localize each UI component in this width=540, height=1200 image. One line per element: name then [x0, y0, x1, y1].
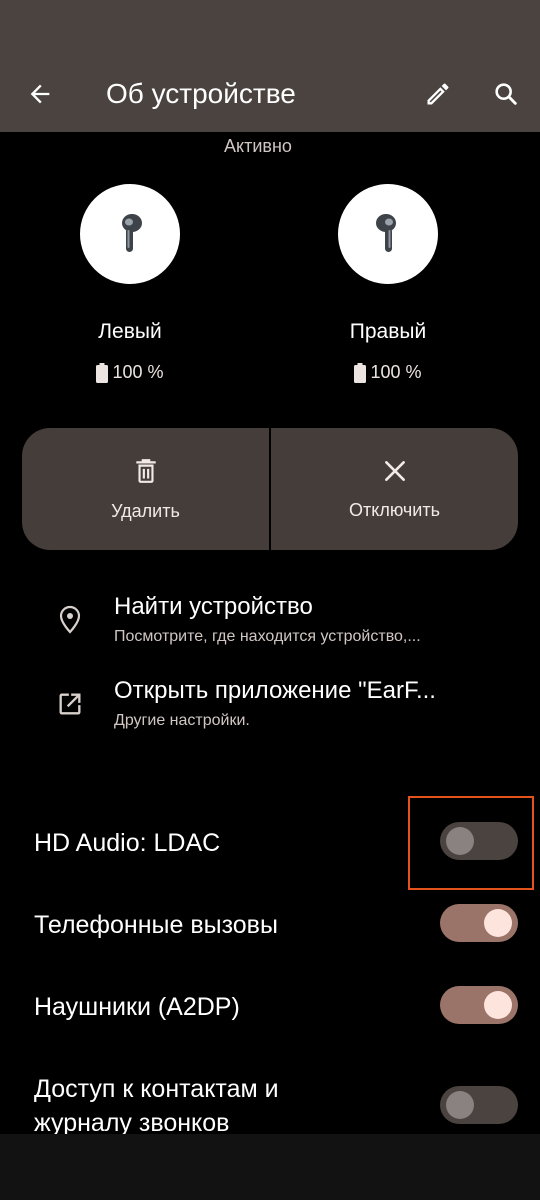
- arrow-back-icon: [30, 84, 50, 104]
- disconnect-label: Отключить: [349, 499, 440, 520]
- phone-calls-toggle[interactable]: [440, 904, 518, 942]
- find-device-subtitle: Посмотрите, где находится устройство,...: [114, 628, 421, 645]
- contacts-access-line1: Доступ к контактам и: [34, 1075, 279, 1103]
- right-earbud: Правый 100 %: [308, 184, 468, 383]
- device-actions: Удалить Отключить: [22, 428, 518, 550]
- search-button[interactable]: [486, 74, 526, 114]
- contacts-access-toggle[interactable]: [440, 1086, 518, 1124]
- open-app-row[interactable]: Открыть приложение "EarF... Другие настр…: [0, 672, 540, 742]
- a2dp-toggle[interactable]: [440, 986, 518, 1024]
- battery-icon: [354, 362, 367, 383]
- earbud-icon: [376, 214, 396, 252]
- find-device-row[interactable]: Найти устройство Посмотрите, где находит…: [0, 588, 540, 658]
- right-battery: 100 %: [308, 362, 468, 383]
- toggle-thumb: [484, 991, 512, 1019]
- phone-calls-label: Телефонные вызовы: [34, 911, 278, 939]
- navigation-bar: [0, 1134, 540, 1200]
- hd-audio-label: HD Audio: LDAC: [34, 829, 221, 857]
- connection-status: Активно: [224, 136, 292, 156]
- status-bar: [0, 0, 540, 56]
- right-battery-value: 100 %: [370, 362, 422, 382]
- left-earbud-image: [80, 184, 180, 284]
- left-battery-value: 100 %: [112, 362, 164, 382]
- trash-icon: [135, 458, 156, 483]
- toggle-thumb: [484, 909, 512, 937]
- pencil-icon: [427, 83, 449, 105]
- disconnect-button[interactable]: Отключить: [271, 428, 518, 550]
- right-earbud-label: Правый: [349, 320, 427, 343]
- contacts-access-label: Доступ к контактам и журналу звонков: [34, 1072, 279, 1140]
- battery-icon: [96, 362, 109, 383]
- left-battery: 100 %: [50, 362, 210, 383]
- a2dp-label: Наушники (A2DP): [34, 993, 240, 1021]
- find-device-title: Найти устройство: [114, 593, 313, 620]
- app-bar: Об устройстве: [0, 56, 540, 132]
- close-icon: [384, 460, 405, 481]
- toggle-thumb: [446, 1091, 474, 1119]
- back-button[interactable]: [20, 76, 60, 112]
- left-earbud: Левый 100 %: [50, 184, 210, 383]
- location-pin-icon: [52, 602, 88, 638]
- right-earbud-image: [338, 184, 438, 284]
- highlight-box: [408, 796, 534, 890]
- page-title: Об устройстве: [106, 78, 296, 109]
- open-app-subtitle: Другие настройки.: [114, 712, 250, 729]
- edit-button[interactable]: [418, 74, 458, 114]
- left-earbud-label: Левый: [98, 320, 162, 343]
- open-external-icon: [52, 686, 88, 722]
- delete-label: Удалить: [111, 500, 180, 521]
- delete-button[interactable]: Удалить: [22, 428, 269, 550]
- earbud-icon: [122, 214, 142, 252]
- search-icon: [495, 83, 517, 105]
- open-app-title: Открыть приложение "EarF...: [114, 677, 436, 704]
